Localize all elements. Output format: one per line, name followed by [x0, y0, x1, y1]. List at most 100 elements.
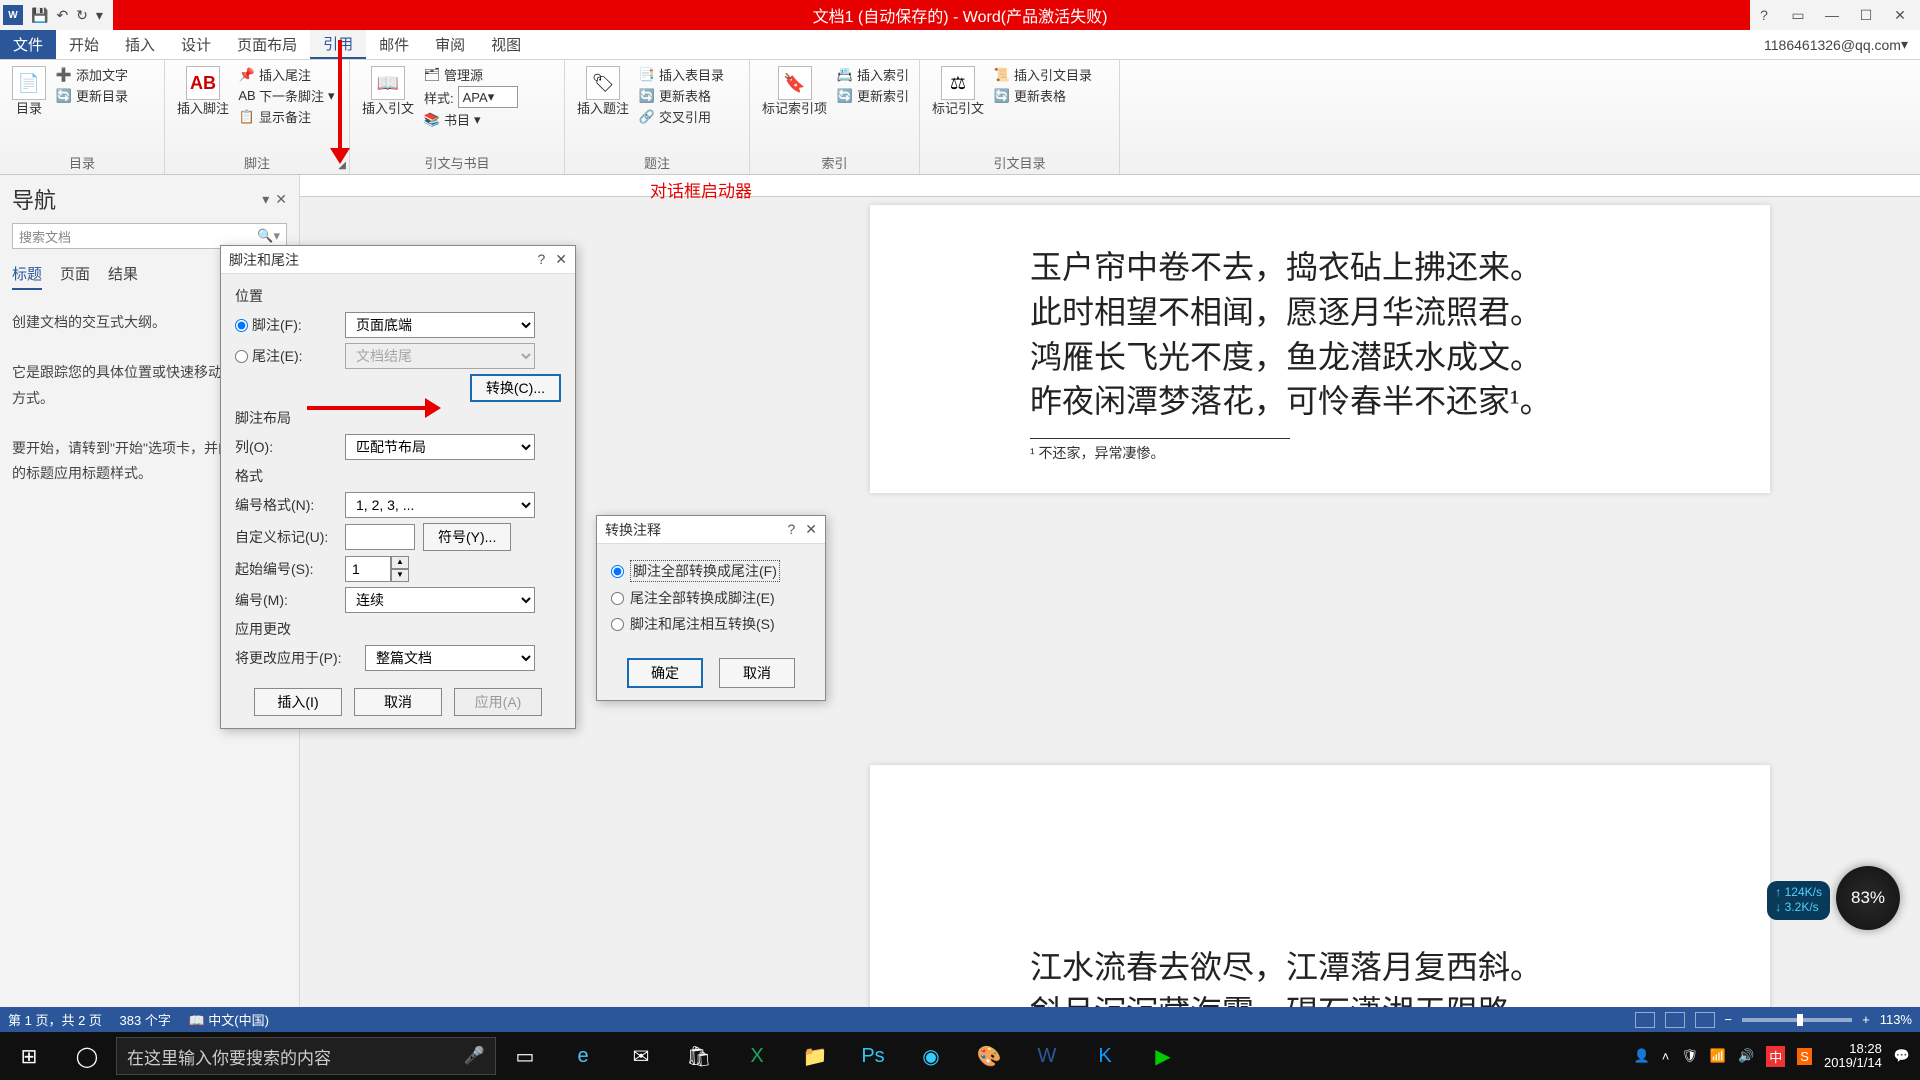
- footnote-radio[interactable]: [235, 319, 248, 332]
- add-text-button[interactable]: ➕添加文字: [56, 64, 128, 85]
- zoom-slider[interactable]: [1742, 1018, 1852, 1022]
- nav-dropdown-icon[interactable]: ▾: [262, 191, 269, 208]
- numbering-select[interactable]: 连续: [345, 587, 535, 613]
- excel-icon[interactable]: X: [728, 1032, 786, 1080]
- convert-button[interactable]: 转换(C)...: [470, 374, 561, 402]
- zoom-in-icon[interactable]: +: [1862, 1012, 1870, 1027]
- insert-citation-button[interactable]: 📖插入引文: [358, 64, 418, 118]
- redo-icon[interactable]: ↻: [76, 7, 88, 24]
- iqiyi-icon[interactable]: ▶: [1134, 1032, 1192, 1080]
- page-1[interactable]: 玉户帘中卷不去，捣衣砧上拂还来。 此时相望不相闻，愿逐月华流照君。 鸿雁长飞光不…: [870, 205, 1770, 493]
- dialog2-titlebar[interactable]: 转换注释 ?✕: [597, 516, 825, 544]
- insert-button[interactable]: 插入(I): [254, 688, 342, 716]
- status-page[interactable]: 第 1 页，共 2 页: [8, 1013, 102, 1028]
- update-index-button[interactable]: 🔄更新索引: [837, 85, 909, 106]
- tab-review[interactable]: 审阅: [422, 30, 478, 59]
- next-footnote-button[interactable]: AB下一条脚注 ▾: [239, 85, 335, 106]
- footnote-radio-label[interactable]: 脚注(F):: [235, 315, 345, 335]
- kugou-icon[interactable]: K: [1076, 1032, 1134, 1080]
- update-authorities-button[interactable]: 🔄更新表格: [994, 85, 1092, 106]
- explorer-icon[interactable]: 📁: [786, 1032, 844, 1080]
- mark-citation-button[interactable]: ⚖标记引文: [928, 64, 988, 118]
- insert-endnote-button[interactable]: 📌插入尾注: [239, 64, 335, 85]
- tray-sogou-icon[interactable]: S: [1797, 1048, 1812, 1065]
- status-language[interactable]: 📖 中文(中国): [188, 1013, 282, 1028]
- undo-icon[interactable]: ↶: [56, 7, 68, 24]
- mark-entry-button[interactable]: 🔖标记索引项: [758, 64, 831, 118]
- maximize-icon[interactable]: ☐: [1852, 7, 1880, 24]
- update-table-button[interactable]: 🔄更新表格: [639, 85, 724, 106]
- qat-dropdown-icon[interactable]: ▾: [96, 7, 103, 24]
- nav-tab-results[interactable]: 结果: [108, 263, 138, 290]
- cross-reference-button[interactable]: 🔗交叉引用: [639, 106, 724, 127]
- endnote-radio[interactable]: [235, 350, 248, 363]
- close-icon[interactable]: ✕: [1886, 7, 1914, 24]
- task-view-icon[interactable]: ▭: [496, 1032, 554, 1080]
- tab-mailings[interactable]: 邮件: [366, 30, 422, 59]
- paint-icon[interactable]: 🎨: [960, 1032, 1018, 1080]
- update-toc-button[interactable]: 🔄更新目录: [56, 85, 128, 106]
- tab-layout[interactable]: 页面布局: [224, 30, 310, 59]
- view-web-icon[interactable]: [1695, 1012, 1715, 1028]
- tray-clock[interactable]: 18:282019/1/14: [1824, 1042, 1882, 1071]
- custom-mark-input[interactable]: [345, 524, 415, 550]
- tray-up-icon[interactable]: ˄: [1662, 1049, 1670, 1064]
- ribbon-display-icon[interactable]: ▭: [1784, 7, 1812, 24]
- minimize-icon[interactable]: —: [1818, 7, 1846, 23]
- store-icon[interactable]: 🛍: [670, 1032, 728, 1080]
- convert-option-2[interactable]: 尾注全部转换成脚注(E): [611, 588, 811, 608]
- view-print-icon[interactable]: [1665, 1012, 1685, 1028]
- insert-caption-button[interactable]: 🏷插入题注: [573, 64, 633, 118]
- user-account[interactable]: 1186461326@qq.com ▾: [1752, 30, 1920, 59]
- insert-authorities-button[interactable]: 📜插入引文目录: [994, 64, 1092, 85]
- cancel-button[interactable]: 取消: [354, 688, 442, 716]
- nav-tab-pages[interactable]: 页面: [60, 263, 90, 290]
- manage-sources-button[interactable]: 🗂管理源: [424, 64, 518, 85]
- apply-to-select[interactable]: 整篇文档: [365, 645, 535, 671]
- insert-table-figures-button[interactable]: 📑插入表目录: [639, 64, 724, 85]
- zoom-level[interactable]: 113%: [1880, 1012, 1912, 1027]
- tab-insert[interactable]: 插入: [112, 30, 168, 59]
- tab-home[interactable]: 开始: [56, 30, 112, 59]
- dialog-titlebar[interactable]: 脚注和尾注 ?✕: [221, 246, 575, 274]
- mail-icon[interactable]: ✉: [612, 1032, 670, 1080]
- tray-ime-zh-icon[interactable]: 中: [1766, 1046, 1785, 1067]
- number-format-select[interactable]: 1, 2, 3, ...: [345, 492, 535, 518]
- toc-button[interactable]: 📄目录: [8, 64, 50, 118]
- cortana-icon[interactable]: ◯: [58, 1032, 116, 1080]
- dialog-close-icon[interactable]: ✕: [555, 251, 567, 268]
- qq-browser-icon[interactable]: ◉: [902, 1032, 960, 1080]
- tray-people-icon[interactable]: 👤: [1634, 1048, 1650, 1064]
- tab-view[interactable]: 视图: [478, 30, 534, 59]
- tray-network-icon[interactable]: 📶: [1710, 1048, 1726, 1064]
- cancel-button-2[interactable]: 取消: [719, 658, 795, 688]
- view-read-icon[interactable]: [1635, 1012, 1655, 1028]
- tab-file[interactable]: 文件: [0, 30, 56, 59]
- horizontal-ruler[interactable]: 对话框启动器: [300, 175, 1920, 197]
- taskbar-search-input[interactable]: 在这里输入你要搜索的内容🎤: [116, 1037, 496, 1075]
- insert-index-button[interactable]: 📇插入索引: [837, 64, 909, 85]
- nav-close-icon[interactable]: ✕: [275, 191, 287, 208]
- dialog-help-icon[interactable]: ?: [537, 251, 545, 268]
- dialog2-help-icon[interactable]: ?: [787, 521, 795, 538]
- footnote-position-select[interactable]: 页面底端: [345, 312, 535, 338]
- word-taskbar-icon[interactable]: W: [1018, 1032, 1076, 1080]
- convert-option-1[interactable]: 脚注全部转换成尾注(F): [611, 560, 811, 582]
- show-notes-button[interactable]: 📋显示备注: [239, 106, 335, 127]
- performance-gauge[interactable]: 83%: [1836, 866, 1900, 930]
- edge-icon[interactable]: e: [554, 1032, 612, 1080]
- page-2[interactable]: 江水流春去欲尽，江潭落月复西斜。 斜月沉沉藏海雾，碣石潇湘无限路。 不知乘月几人…: [870, 765, 1770, 1007]
- style-dropdown[interactable]: 样式:APA ▾: [424, 85, 518, 109]
- tray-security-icon[interactable]: 🛡: [1681, 1048, 1698, 1064]
- symbol-button[interactable]: 符号(Y)...: [423, 523, 511, 551]
- insert-footnote-button[interactable]: AB插入脚注: [173, 64, 233, 118]
- convert-option-3[interactable]: 脚注和尾注相互转换(S): [611, 614, 811, 634]
- tray-notifications-icon[interactable]: 💬: [1894, 1048, 1910, 1064]
- tab-design[interactable]: 设计: [168, 30, 224, 59]
- nav-tab-headings[interactable]: 标题: [12, 263, 42, 290]
- start-at-spinner[interactable]: ▲▼: [345, 556, 409, 582]
- dialog2-close-icon[interactable]: ✕: [805, 521, 817, 538]
- ok-button[interactable]: 确定: [627, 658, 703, 688]
- endnote-radio-label[interactable]: 尾注(E):: [235, 346, 345, 366]
- help-icon[interactable]: ?: [1750, 7, 1778, 23]
